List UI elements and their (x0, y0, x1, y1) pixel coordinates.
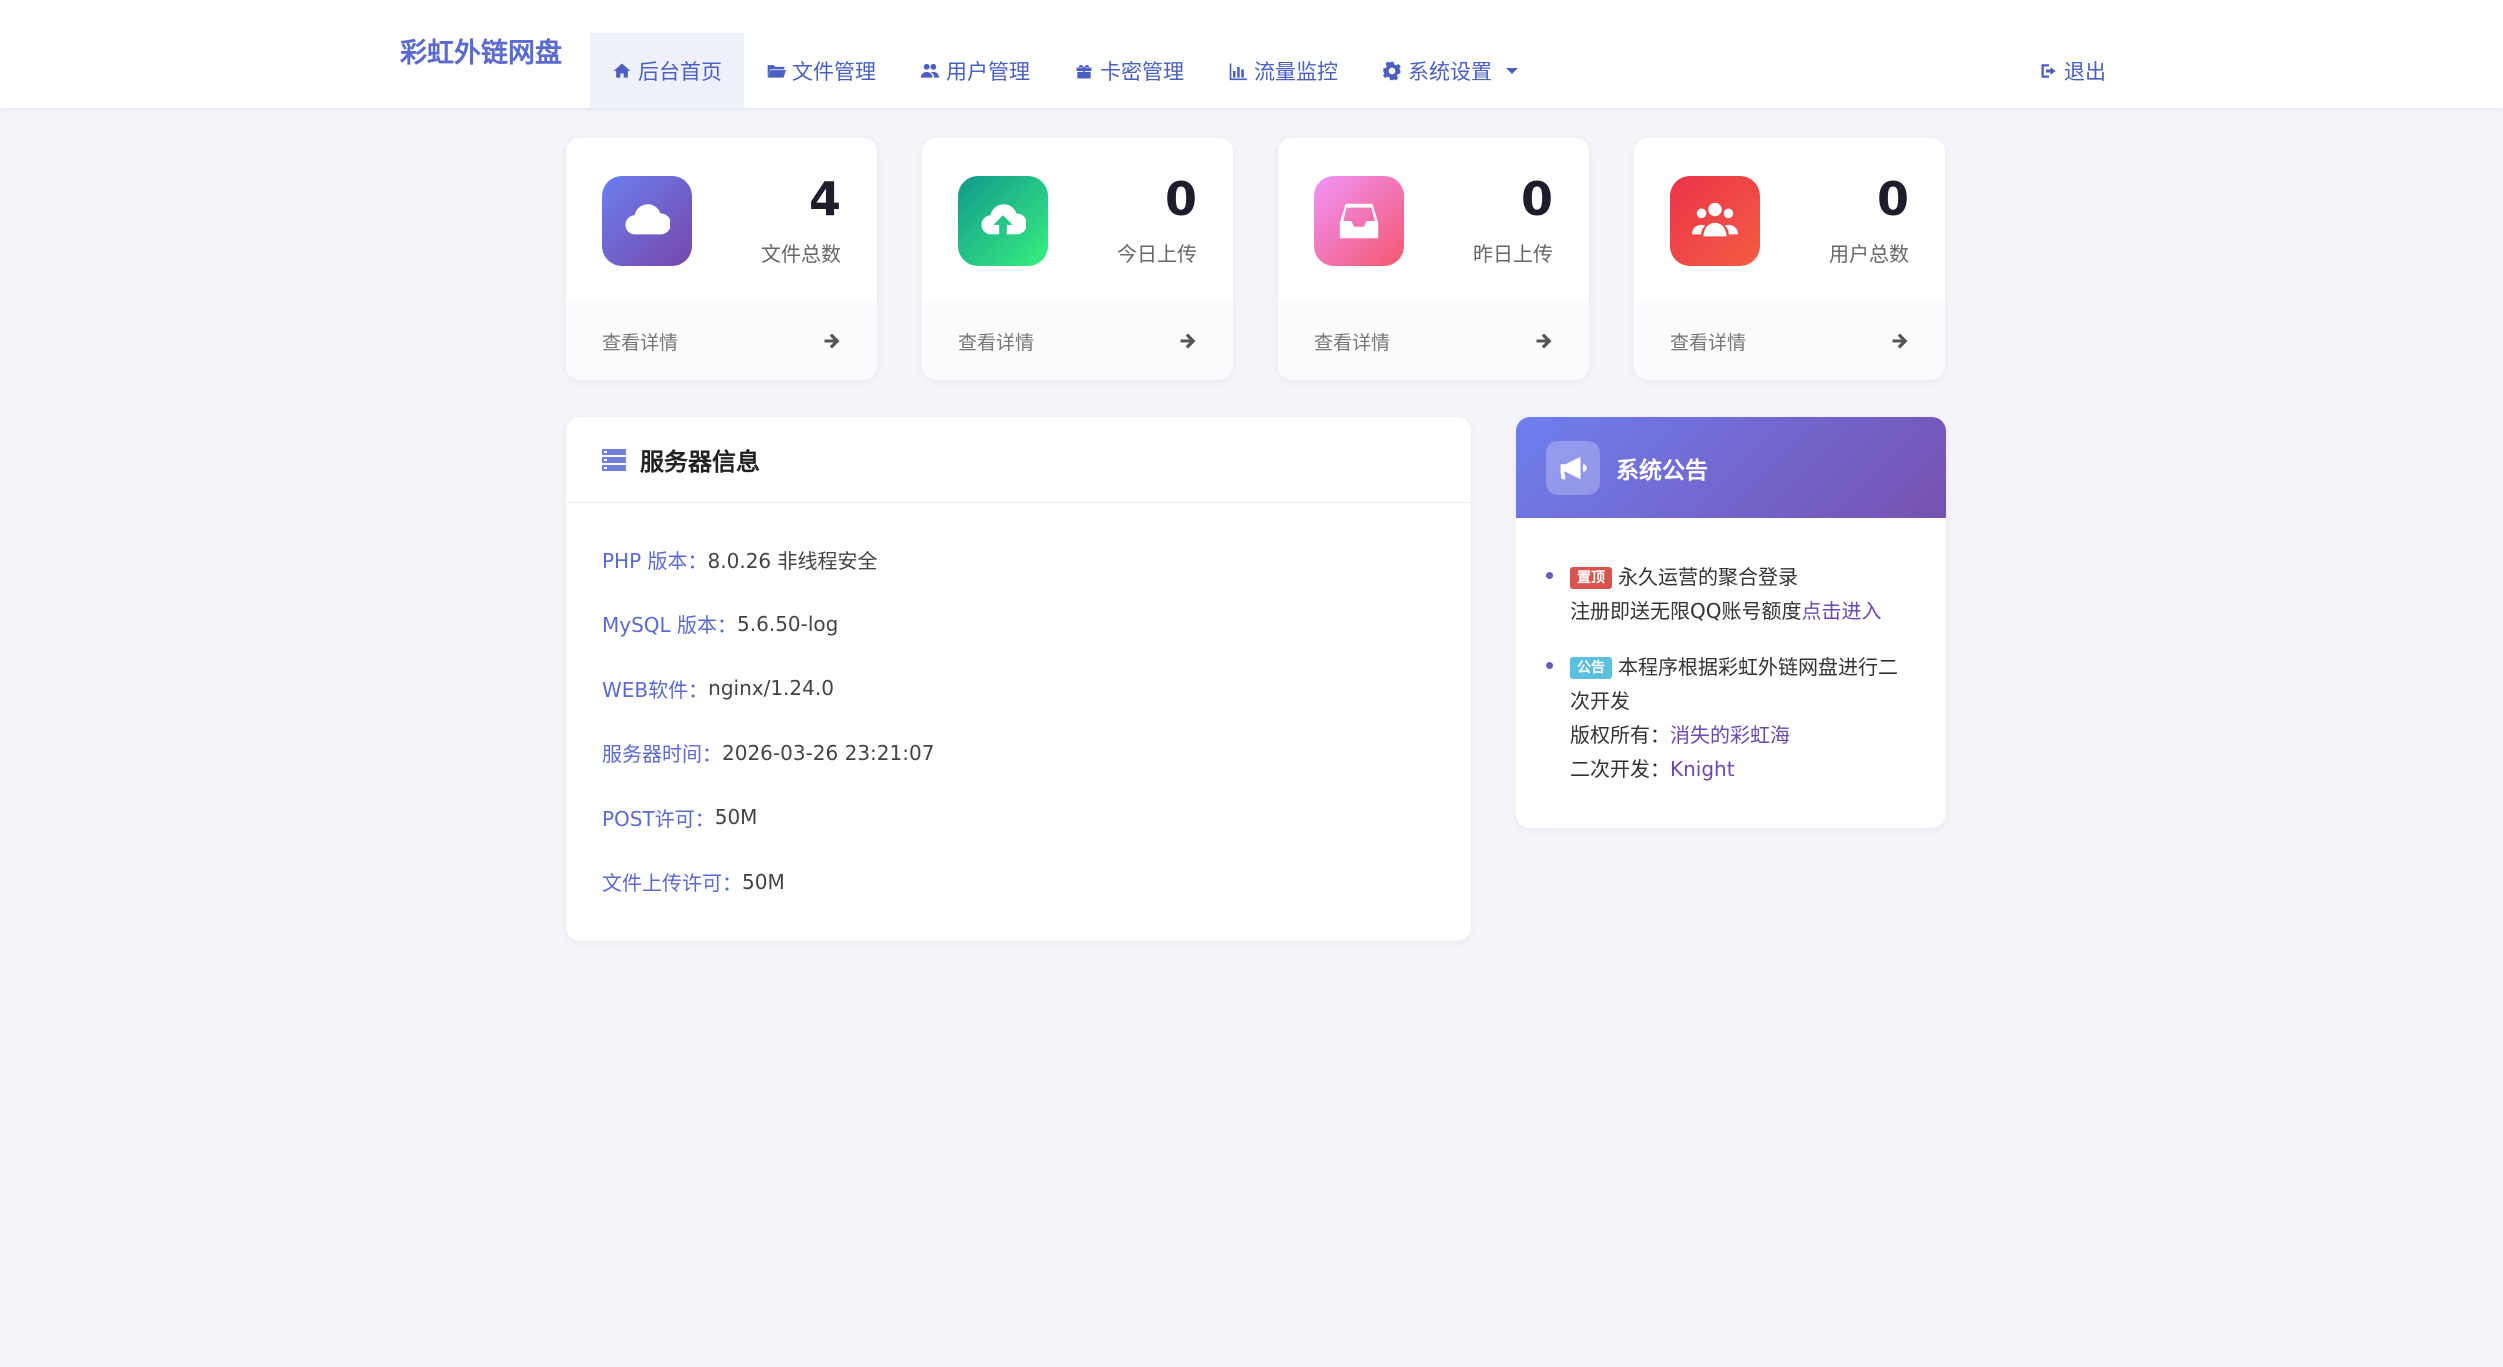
server-info-panel: 服务器信息 PHP 版本： 8.0.26 非线程安全 MySQL 版本： 5.6.5… (566, 417, 1471, 941)
main-nav: 后台首页 文件管理 用户管理 卡密管理 流量监控 系统设置 (590, 33, 1540, 108)
stat-value: 0 (1520, 172, 1553, 226)
stat-card-users: 0 用户总数 查看详情 (1634, 138, 1945, 380)
copyright-link[interactable]: 消失的彩虹海 (1670, 723, 1790, 747)
bar-chart-icon (1229, 63, 1248, 80)
server-icon (602, 448, 626, 471)
info-value: 8.0.26 非线程安全 (707, 548, 878, 573)
gift-icon (1076, 64, 1092, 78)
info-row: 服务器时间： 2026-03-26 23:21:07 (602, 721, 1471, 786)
cloud-icon (625, 204, 670, 235)
bullhorn-icon (1560, 456, 1587, 479)
nav-item-label: 流量监控 (1254, 59, 1338, 84)
stat-label: 今日上传 (1117, 242, 1197, 266)
info-row: POST许可： 50M (602, 785, 1471, 850)
info-key: 服务器时间： (602, 742, 722, 767)
brand-logo[interactable]: 彩虹外链网盘 (400, 0, 562, 108)
notice-icon-box (1546, 440, 1600, 495)
notice-item: 置顶 永久运营的聚合登录 注册即送无限QQ账号额度点击进入 (1546, 560, 1916, 628)
nav-item-cards[interactable]: 卡密管理 (1052, 33, 1206, 108)
info-row: PHP 版本： 8.0.26 非线程安全 (602, 527, 1471, 592)
users-icon (920, 63, 940, 78)
stat-icon-box (1314, 176, 1404, 266)
arrow-right-icon (1536, 333, 1552, 349)
view-details-link[interactable]: 查看详情 (922, 302, 1233, 380)
info-value: 5.6.50-log (737, 611, 839, 636)
inbox-icon (1339, 203, 1379, 239)
copyright-label: 版权所有： (1570, 723, 1670, 747)
view-details-link[interactable]: 查看详情 (1278, 302, 1589, 380)
nav-item-label: 用户管理 (946, 59, 1030, 84)
nav-item-label: 卡密管理 (1100, 59, 1184, 84)
server-info-list: PHP 版本： 8.0.26 非线程安全 MySQL 版本： 5.6.50-log … (566, 503, 1471, 914)
stat-icon-box (958, 176, 1048, 266)
gear-icon (1383, 61, 1401, 80)
arrow-right-icon (824, 333, 840, 349)
folder-icon (767, 64, 786, 78)
panel-header: 服务器信息 (566, 417, 1471, 503)
notice-badge: 公告 (1570, 657, 1612, 679)
info-key: PHP 版本： (602, 548, 708, 573)
view-details-link[interactable]: 查看详情 (566, 302, 877, 380)
stat-card-files: 4 文件总数 查看详情 (566, 138, 877, 380)
stat-value: 0 (1164, 172, 1197, 226)
pinned-badge: 置顶 (1570, 567, 1612, 589)
view-details-label: 查看详情 (602, 331, 679, 354)
nav-item-label: 系统设置 (1408, 59, 1492, 84)
nav-item-traffic[interactable]: 流量监控 (1206, 33, 1360, 108)
arrow-right-icon (1180, 333, 1196, 349)
view-details-label: 查看详情 (1670, 331, 1747, 354)
logout-label: 退出 (2064, 59, 2106, 84)
view-details-label: 查看详情 (958, 331, 1035, 354)
stat-card-yesterday: 0 昨日上传 查看详情 (1278, 138, 1589, 380)
notice-link[interactable]: 点击进入 (1801, 599, 1881, 623)
nav-item-files[interactable]: 文件管理 (744, 33, 898, 108)
notice-title: 系统公告 (1616, 457, 1708, 484)
notice-header: 系统公告 (1516, 417, 1946, 518)
logout-link[interactable]: 退出 (2040, 33, 2106, 108)
stat-value: 0 (1876, 172, 1909, 226)
stat-icon-box (1670, 176, 1760, 266)
arrow-right-icon (1892, 333, 1908, 349)
nav-item-label: 后台首页 (638, 59, 722, 84)
info-row: 文件上传许可： 50M (602, 850, 1471, 915)
home-icon (613, 63, 631, 78)
stat-label: 昨日上传 (1473, 242, 1553, 266)
stat-value: 4 (808, 172, 841, 226)
cloud-upload-icon (981, 204, 1026, 235)
notice-panel: 系统公告 置顶 永久运营的聚合登录 注册即送无限QQ账号额度点击进入 公告 本程序根… (1516, 417, 1946, 828)
info-key: MySQL 版本： (602, 613, 738, 638)
info-key: 文件上传许可： (602, 871, 742, 896)
info-row: WEB软件： nginx/1.24.0 (602, 656, 1471, 721)
developer-link[interactable]: Knight (1670, 757, 1735, 781)
nav-item-users[interactable]: 用户管理 (898, 33, 1052, 108)
notice-item: 公告 本程序根据彩虹外链网盘进行二次开发 版权所有：消失的彩虹海 二次开发：Kni… (1546, 650, 1916, 786)
info-value: 50M (742, 869, 785, 894)
stat-card-today: 0 今日上传 查看详情 (922, 138, 1233, 380)
info-key: POST许可： (602, 806, 715, 831)
panel-title: 服务器信息 (640, 448, 760, 476)
info-value: 50M (714, 805, 758, 830)
view-details-label: 查看详情 (1314, 331, 1391, 354)
sign-out-icon (2041, 63, 2056, 78)
notice-text: 永久运营的聚合登录 (1618, 565, 1798, 589)
notice-text: 注册即送无限QQ账号额度 (1570, 599, 1802, 623)
info-row: MySQL 版本： 5.6.50-log (602, 592, 1471, 657)
info-key: WEB软件： (602, 677, 709, 702)
notice-list: 置顶 永久运营的聚合登录 注册即送无限QQ账号额度点击进入 公告 本程序根据彩虹外链… (1516, 518, 1946, 786)
view-details-link[interactable]: 查看详情 (1634, 302, 1945, 380)
stat-label: 文件总数 (761, 242, 841, 266)
nav-item-label: 文件管理 (792, 59, 876, 84)
stat-label: 用户总数 (1829, 242, 1909, 266)
users-icon (1692, 202, 1738, 237)
chevron-down-icon (1506, 67, 1518, 74)
info-value: 2026-03-26 23:21:07 (722, 740, 935, 765)
notice-text: 本程序根据彩虹外链网盘进行二次开发 (1570, 655, 1898, 713)
stat-icon-box (602, 176, 692, 266)
developer-label: 二次开发： (1570, 757, 1670, 781)
nav-item-home[interactable]: 后台首页 (590, 33, 744, 108)
info-value: nginx/1.24.0 (708, 676, 834, 701)
nav-item-settings[interactable]: 系统设置 (1360, 33, 1540, 108)
top-navbar: 彩虹外链网盘 后台首页 文件管理 用户管理 卡密管理 流量监控 系统设置 退出 (0, 0, 2503, 108)
